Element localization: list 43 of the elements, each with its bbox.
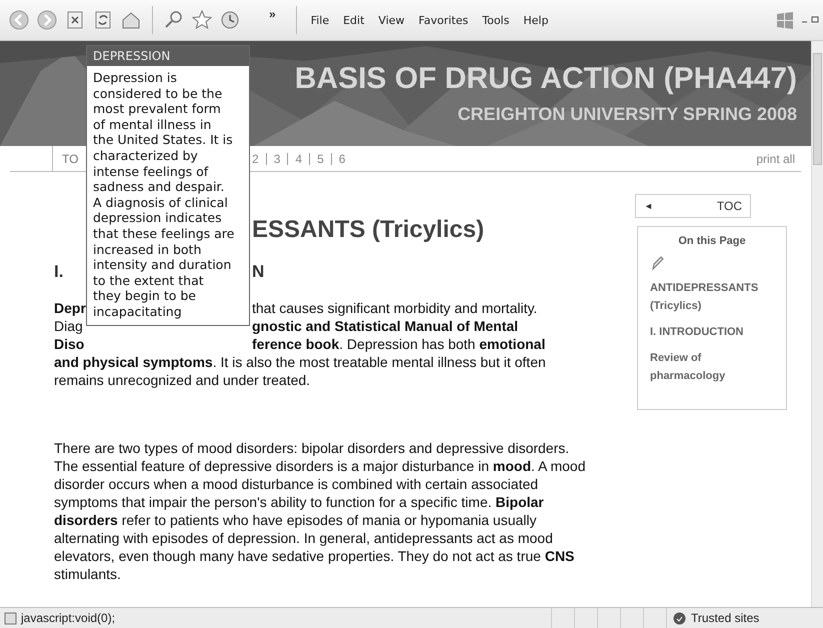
section-number: I. (54, 262, 64, 282)
menu-item[interactable]: Edit (339, 14, 368, 26)
back-icon[interactable] (8, 9, 30, 31)
menu-item[interactable]: View (374, 14, 409, 26)
text-fragment: Depr (54, 299, 86, 317)
tooltip-title: DEPRESSION (87, 46, 249, 66)
star-icon[interactable] (191, 9, 213, 31)
check-icon (673, 612, 686, 624)
text-line: that causes significant morbidity and mortality. (252, 299, 538, 317)
text-line: gnostic and Statistical Manual of Mental (252, 317, 518, 335)
paragraph: There are two types of mood disorders: bipolar disorders and depressive disorders. The essential feature of depressive disorders is a major disturbance in mood. A mood disorder occurs when a mood disturbance is combined with certain associated symptoms that impair the person's ability to function for a specific time. Bipolar disorders refer to patients who have episodes of mania or hypomania usually alternating with episodes of depression. In general, antidepressants act as mood elevators, even though many have sedative properties. They do not act as true CNS stimulants. (54, 439, 586, 583)
banner-title: BASIS OF DRUG ACTION (PHA447) (294, 62, 797, 96)
history-icon[interactable] (219, 9, 241, 31)
text-fragment: Diag (54, 317, 83, 335)
page-link[interactable]: 3 (266, 152, 288, 164)
page-link[interactable]: 5 (309, 152, 331, 164)
page-link[interactable]: ANTIDEPRESSANTS (Tricylics) (650, 279, 774, 315)
banner-subtitle: CREIGHTON UNIVERSITY SPRING 2008 (458, 104, 797, 125)
text-fragment: Diso (54, 335, 84, 353)
status-text: javascript:void(0); (21, 611, 116, 625)
menu-item[interactable]: Tools (478, 14, 514, 26)
page-link[interactable]: I. INTRODUCTION (650, 323, 745, 341)
windows-logo-icon (775, 10, 795, 30)
menu-item[interactable]: File (306, 14, 334, 26)
chevron-button[interactable]: » (269, 7, 276, 21)
toc-button[interactable]: ◄ TOC (635, 194, 751, 218)
pen-icon (650, 255, 664, 271)
section-title: N (252, 262, 264, 282)
page-icon (4, 612, 17, 624)
page-link[interactable]: 4 (287, 152, 310, 164)
tooltip-text: Depression is considered to be the most prevalent form of mental illness in the United States. It is characterized by intense feelings of sadness and despair. A diagnosis of clinical depression indicates that these feelings are increased in both intensity and duration to the extent that they begin to be incapacitating (92, 69, 236, 321)
security-zone: Trusted sites (691, 611, 760, 625)
panel-title: On this Page (677, 235, 747, 247)
page-link[interactable]: 6 (330, 152, 352, 164)
scrollbar[interactable] (811, 41, 823, 607)
paragraph: and physical symptoms. It is also the most treatable mental illness but it often remains unrecognized and under treated. (54, 353, 547, 389)
text-line: ference book. Depression has both emotional (252, 335, 546, 353)
page-heading: ESSANTS (Tricylics) (252, 216, 486, 244)
menu-item[interactable]: Help (519, 14, 552, 26)
menu-item[interactable]: Favorites (414, 14, 472, 26)
print-all-link[interactable]: print all (756, 152, 801, 166)
forward-icon[interactable] (36, 9, 58, 31)
page-link[interactable]: Review of pharmacology (650, 349, 774, 385)
